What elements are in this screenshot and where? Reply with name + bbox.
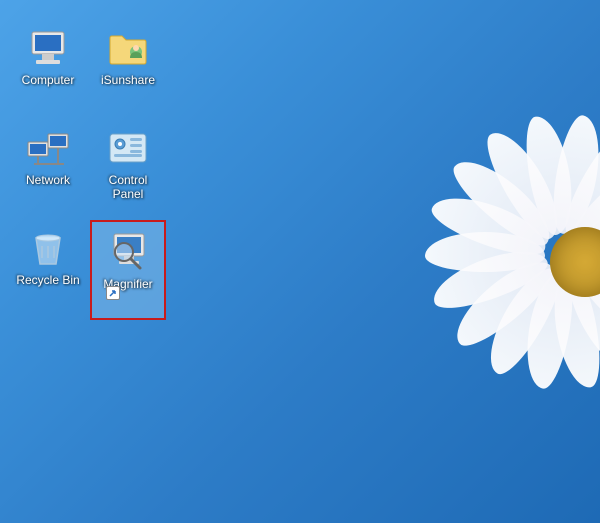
network-icon <box>24 124 72 172</box>
wallpaper-flower <box>330 87 600 437</box>
desktop: Computer iSunshare Network <box>10 20 170 320</box>
control-panel-icon <box>104 124 152 172</box>
recycle-bin-icon <box>24 224 72 272</box>
desktop-icon-computer[interactable]: Computer <box>10 20 86 120</box>
desktop-icon-isunshare[interactable]: iSunshare <box>90 20 166 120</box>
desktop-icon-recycle-bin[interactable]: Recycle Bin <box>10 220 86 320</box>
folder-person-icon <box>104 24 152 72</box>
icon-label: iSunshare <box>101 74 155 88</box>
icon-label: Network <box>26 174 70 188</box>
computer-icon <box>24 24 72 72</box>
desktop-icon-control-panel[interactable]: Control Panel <box>90 120 166 220</box>
desktop-icon-network[interactable]: Network <box>10 120 86 220</box>
magnifier-icon <box>104 228 152 276</box>
icon-label: Recycle Bin <box>16 274 79 288</box>
icon-label: Control Panel <box>94 174 162 202</box>
desktop-icon-magnifier[interactable]: Magnifier <box>90 220 166 320</box>
icon-label: Computer <box>22 74 75 88</box>
shortcut-arrow-icon <box>106 286 120 300</box>
